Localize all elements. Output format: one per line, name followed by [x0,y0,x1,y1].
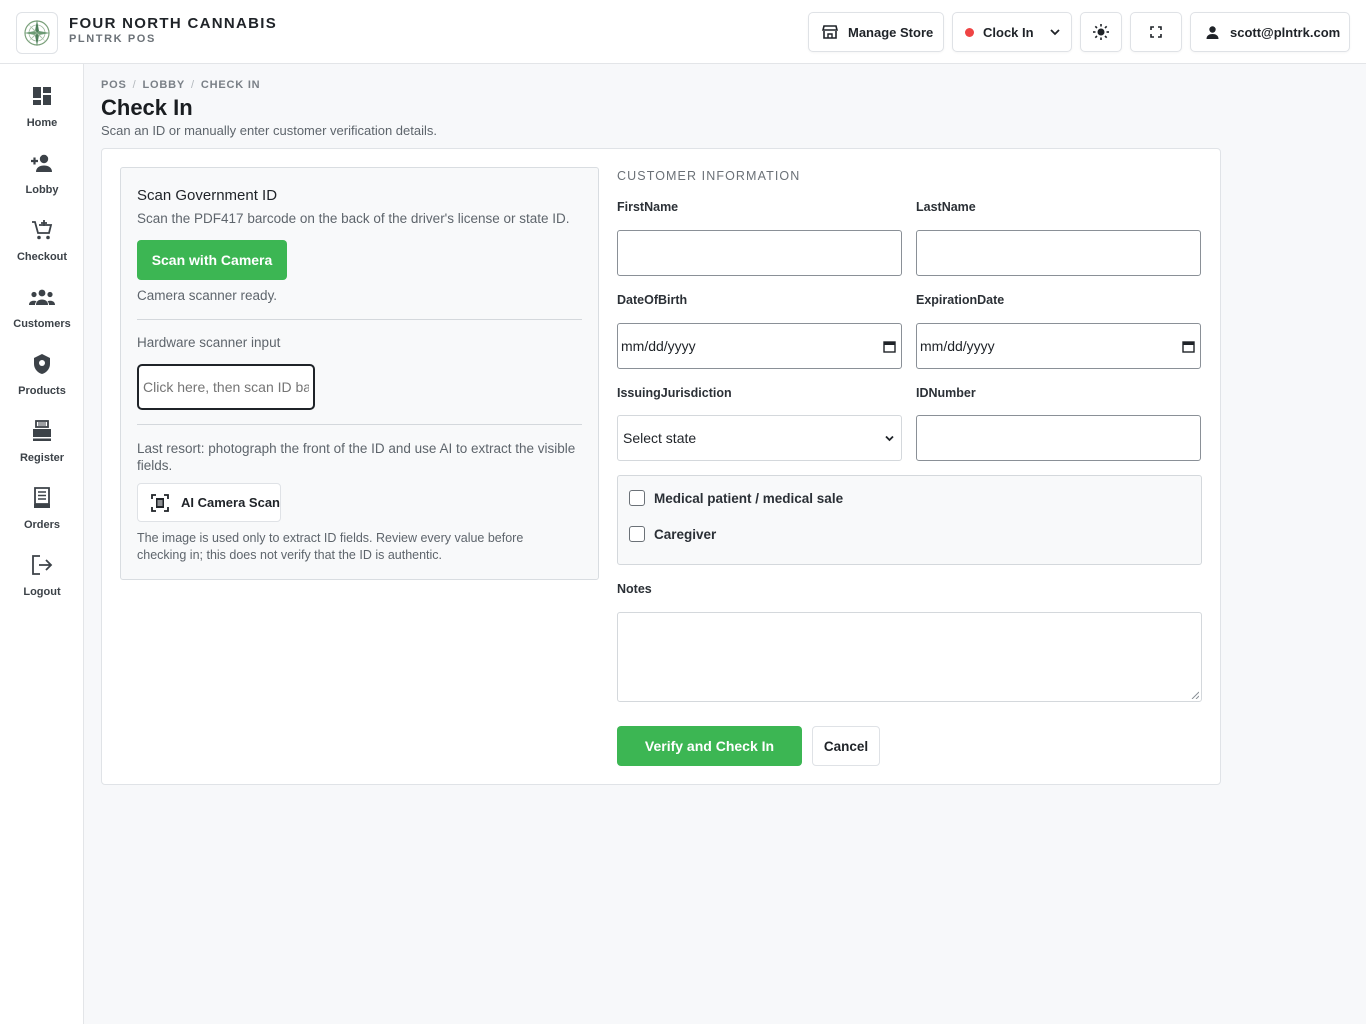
sun-icon [1092,23,1110,41]
sidebar-item-label: Orders [23,519,61,531]
sidebar-item-label: Checkout [16,251,68,263]
logout-icon [31,552,53,578]
calendar-icon[interactable] [1182,340,1195,353]
first-name-label: FirstName [617,200,679,214]
last-name-label: LastName [916,200,976,214]
medical-patient-checkbox-row[interactable]: Medical patient / medical sale [629,490,843,506]
fullscreen-button[interactable] [1130,12,1182,52]
first-name-input[interactable] [617,230,902,276]
notes-textarea[interactable] [617,612,1202,702]
sidebar-item-checkout[interactable]: Checkout [0,217,84,277]
breadcrumb-pos[interactable]: POS [101,79,127,91]
person-icon [1205,25,1220,40]
camera-status-text: Camera scanner ready. [137,288,278,303]
ai-scan-disclaimer: The image is used only to extract ID fie… [137,531,524,562]
ai-camera-scan-label: AI Camera Scan [181,495,280,510]
scan-with-camera-button[interactable]: Scan with Camera [137,240,287,280]
sidebar-item-lobby[interactable]: Lobby [0,150,84,210]
ai-camera-scan-button[interactable]: AI Camera Scan [137,483,281,522]
sidebar-item-label: Register [19,452,65,464]
scan-panel-title: Scan Government ID [137,187,278,204]
page-title: Check In [101,95,193,120]
breadcrumb-separator: / [132,79,137,91]
group-icon [29,284,55,310]
user-menu-button[interactable]: scott@plntrk.com [1190,12,1350,52]
scan-panel-description: Scan the PDF417 barcode on the back of t… [137,211,570,226]
jurisdiction-select[interactable]: Select state [617,415,902,461]
register-icon [32,418,52,444]
caregiver-checkbox[interactable] [629,526,645,542]
customer-info-heading: CUSTOMER INFORMATION [617,169,801,183]
document-scan-icon [151,493,169,512]
id-number-label: IDNumber [916,386,976,400]
sidebar-item-logout[interactable]: Logout [0,552,84,612]
fullscreen-icon [1149,25,1163,39]
medical-patient-checkbox[interactable] [629,490,645,506]
receipt-icon [33,485,51,511]
notes-label: Notes [617,582,652,596]
store-logo[interactable] [16,12,58,54]
expiration-placeholder: mm/dd/yyyy [920,338,995,354]
brand-name: FOUR NORTH CANNABIS [69,15,278,32]
sidebar-item-customers[interactable]: Customers [0,284,84,344]
person-add-icon [30,150,54,176]
store-icon [822,24,838,40]
breadcrumb-separator: / [191,79,195,91]
flower-icon [32,351,52,377]
caregiver-label: Caregiver [654,526,717,542]
last-name-input[interactable] [916,230,1201,276]
page-subtitle: Scan an ID or manually enter customer ve… [101,123,437,138]
sidebar-item-label: Lobby [25,184,59,196]
manage-store-label: Manage Store [848,24,934,40]
compass-leaf-icon [24,20,50,46]
sidebar: Home Lobby Checkout Customers Products R… [0,64,84,1024]
top-bar: FOUR NORTH CANNABIS PLNTRK POS Manage St… [0,0,1366,64]
jurisdiction-selected-value: Select state [623,430,697,446]
divider [137,424,582,425]
user-email: scott@plntrk.com [1230,24,1341,40]
brand-subtitle: PLNTRK POS [69,33,156,45]
patient-options-box [617,475,1202,565]
sidebar-item-label: Customers [13,318,71,330]
clock-in-button[interactable]: Clock In [952,12,1072,52]
theme-toggle-button[interactable] [1080,12,1122,52]
breadcrumb: POS / LOBBY / CHECK IN [101,79,260,91]
sidebar-item-orders[interactable]: Orders [0,485,84,545]
dob-input[interactable]: mm/dd/yyyy [617,323,902,369]
id-number-input[interactable] [916,415,1201,461]
sidebar-item-label: Home [26,117,58,129]
sidebar-item-label: Products [18,385,66,397]
verify-check-in-button[interactable]: Verify and Check In [617,726,802,766]
hardware-scanner-input[interactable] [137,364,315,410]
divider [137,319,582,320]
medical-patient-label: Medical patient / medical sale [654,490,844,506]
dob-label: DateOfBirth [617,293,688,307]
clock-in-label: Clock In [983,24,1034,40]
chevron-down-icon [884,433,895,444]
expiration-label: ExpirationDate [916,293,1005,307]
sidebar-item-products[interactable]: Products [0,351,84,411]
clock-status-dot [965,27,974,37]
sidebar-item-label: Logout [23,586,61,598]
chevron-down-icon [1049,26,1061,38]
manage-store-button[interactable]: Manage Store [808,12,944,52]
breadcrumb-check-in: CHECK IN [200,79,261,91]
hardware-scanner-label: Hardware scanner input [137,335,281,350]
caregiver-checkbox-row[interactable]: Caregiver [629,526,716,542]
expiration-date-input[interactable]: mm/dd/yyyy [916,323,1201,369]
cancel-button[interactable]: Cancel [812,726,880,766]
ai-scan-description: Last resort: photograph the front of the… [137,441,576,473]
sidebar-item-home[interactable]: Home [0,83,84,143]
dob-placeholder: mm/dd/yyyy [621,338,696,354]
cart-icon [31,217,53,243]
dashboard-icon [32,83,52,109]
resize-grip-icon[interactable] [1191,691,1199,699]
sidebar-item-register[interactable]: Register [0,418,84,478]
calendar-icon[interactable] [883,340,896,353]
breadcrumb-lobby[interactable]: LOBBY [143,79,186,91]
jurisdiction-label: IssuingJurisdiction [617,386,732,400]
